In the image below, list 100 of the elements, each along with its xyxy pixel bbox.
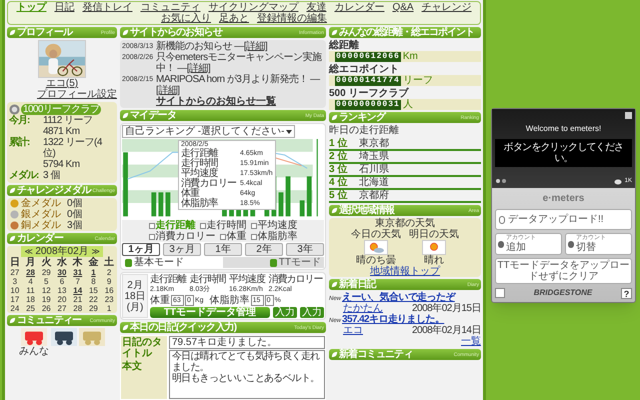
section-title: 新着日記 [339, 279, 376, 290]
medal-count: 0個 [67, 198, 83, 209]
period-button[interactable]: 2年 [245, 243, 283, 256]
chart-bar [158, 192, 164, 216]
calendar-day: 15 [86, 286, 102, 295]
nav-link[interactable]: 発信トレイ [82, 2, 132, 13]
section-title: コミュニティー [17, 315, 82, 326]
badge-icon [9, 104, 20, 115]
nav-link[interactable]: コミュニティ [140, 2, 200, 13]
mode-icon [125, 258, 132, 266]
weather-text: 晴れ [424, 255, 444, 266]
rank-region: 埼玉県 [359, 151, 389, 162]
upload-button[interactable]: データアップロード!! [495, 209, 632, 230]
leaf-icon [331, 29, 338, 36]
author-link[interactable]: エコ [343, 325, 363, 336]
measure-label: 体重 [150, 295, 170, 306]
weekday-label: 火 [40, 257, 52, 268]
counter-value: 00000000031 [335, 100, 401, 110]
message-box: ボタンをクリックしてください。 [495, 139, 632, 167]
series-toggle[interactable]: 体重 [220, 231, 246, 242]
diary-title-link[interactable]: えーい、気合いで走ったぞ [342, 292, 455, 303]
series-toggle[interactable]: 消費カロリー [148, 231, 216, 242]
diary-title-link[interactable]: 357.42キロ走りました。 [342, 314, 444, 325]
calendar-day: 19 [38, 295, 54, 304]
period-button[interactable]: 3年 [286, 243, 324, 256]
leaf-icon [122, 112, 129, 119]
nav-link[interactable]: チャレンジ [422, 2, 472, 13]
clear-button[interactable]: TTモードデータをアップロードせずにクリア [495, 258, 632, 284]
diary-body-field[interactable]: 今日は晴れてとても気持ち良く走れました。 明日もきっといいことあるベルト。 [169, 350, 325, 399]
leaf-icon [9, 317, 16, 324]
nav-link[interactable]: 足あと [219, 13, 249, 24]
calendar-month: 2008年02月 [35, 246, 89, 257]
nav-link[interactable]: お気に入り [161, 13, 211, 24]
chart-bar [300, 200, 305, 216]
diary-list-link[interactable]: 一覧 [461, 336, 481, 347]
input-button[interactable]: 入力 [300, 307, 324, 318]
period-button[interactable]: 1年 [204, 243, 242, 256]
calendar-day: 11 [22, 286, 38, 295]
next-month-link[interactable]: ≫ [92, 246, 100, 257]
chart-bar [151, 192, 156, 216]
tooltip-label: 消費カロリー [181, 179, 237, 189]
series-toggle[interactable]: 走行時間 [200, 220, 246, 231]
calendar-day-link[interactable]: 31 [70, 268, 86, 277]
details-link[interactable]: [詳細] [186, 63, 210, 74]
leaf-icon [9, 187, 16, 194]
weekday-label: 土 [103, 257, 116, 268]
details-link[interactable]: [詳細] [244, 41, 268, 52]
diary-title-label: 日記のタイトル [122, 337, 163, 359]
nav-link[interactable]: 登録情報の編集 [257, 13, 327, 24]
calendar-day-link[interactable]: 1 [86, 268, 102, 277]
calendar-day-link[interactable]: 28 [22, 268, 38, 277]
series-toggle[interactable]: 体脂肪率 [250, 231, 298, 242]
diary-body-line: 今日は晴れてとても気持ち良く走れました。 [172, 351, 321, 373]
profile-settings-link[interactable]: プロフィール設定 [37, 89, 117, 100]
widget-brand: e·meters [542, 192, 584, 206]
ranking-select[interactable]: 自己ランキング -選択してください- [122, 125, 296, 138]
tooltip-label: 走行時間 [181, 159, 219, 169]
nav-link[interactable]: トップ [16, 2, 46, 13]
measure-label: 体脂肪率 [210, 295, 250, 306]
area-info-link[interactable]: 地域情報トップ [370, 266, 440, 277]
summary-date: 2月18日 [123, 280, 147, 302]
diary-title-field[interactable]: 79.57キロ走りました。 [169, 336, 325, 349]
section-title: マイデータ [130, 110, 176, 121]
author-link[interactable]: たかたん [343, 303, 383, 314]
calendar-day-link[interactable]: 30 [54, 268, 70, 277]
weather-day-label: 今日の天気 [351, 229, 401, 240]
nav-link[interactable]: サイクリングマップ [208, 2, 298, 13]
rank-label: 4 位 [329, 177, 348, 188]
nav-link[interactable]: Q&A [392, 2, 414, 13]
calendar-day-link[interactable]: 14 [70, 286, 86, 295]
chart-bar [166, 192, 170, 216]
period-button[interactable]: 1ヶ月 [122, 243, 160, 256]
news-list-link[interactable]: サイトからのお知らせ一覧 [156, 96, 324, 107]
tooltip-label: 体脂肪率 [181, 199, 219, 209]
leaf-icon [331, 351, 338, 358]
club-value: 1112 リーフ [43, 115, 93, 126]
checkbox-icon [250, 222, 256, 228]
club-label: 今月: [9, 115, 30, 128]
calendar-day: 24 [7, 304, 23, 313]
nav-link[interactable]: カレンダー [334, 2, 384, 13]
checkbox-icon [148, 222, 154, 228]
weekday-label: 金 [87, 257, 100, 268]
diary-date: 2008年02月15日 [412, 303, 481, 314]
calendar-day: 29 [38, 268, 54, 277]
calendar-day: 17 [7, 295, 23, 304]
nav-link[interactable]: 日記 [54, 2, 74, 13]
help-button[interactable]: ? [621, 288, 632, 298]
input-button[interactable]: 入力 [273, 307, 297, 318]
period-button[interactable]: 3ヶ月 [163, 243, 201, 256]
details-link[interactable]: [詳細] [156, 85, 180, 96]
account-action: 追加 [506, 242, 526, 253]
mode-tab[interactable]: TTモード [223, 257, 324, 268]
nav-link[interactable]: 友達 [306, 2, 326, 13]
counter-value: 00000141774 [335, 76, 401, 86]
section-title: プロフィール [17, 27, 72, 38]
leaf-icon [122, 324, 129, 331]
checkbox-icon [148, 234, 154, 240]
profile-name-link[interactable]: エコ(5) [46, 78, 78, 89]
series-toggle[interactable]: 平均速度 [250, 220, 298, 231]
prev-month-link[interactable]: ≪ [24, 246, 32, 257]
